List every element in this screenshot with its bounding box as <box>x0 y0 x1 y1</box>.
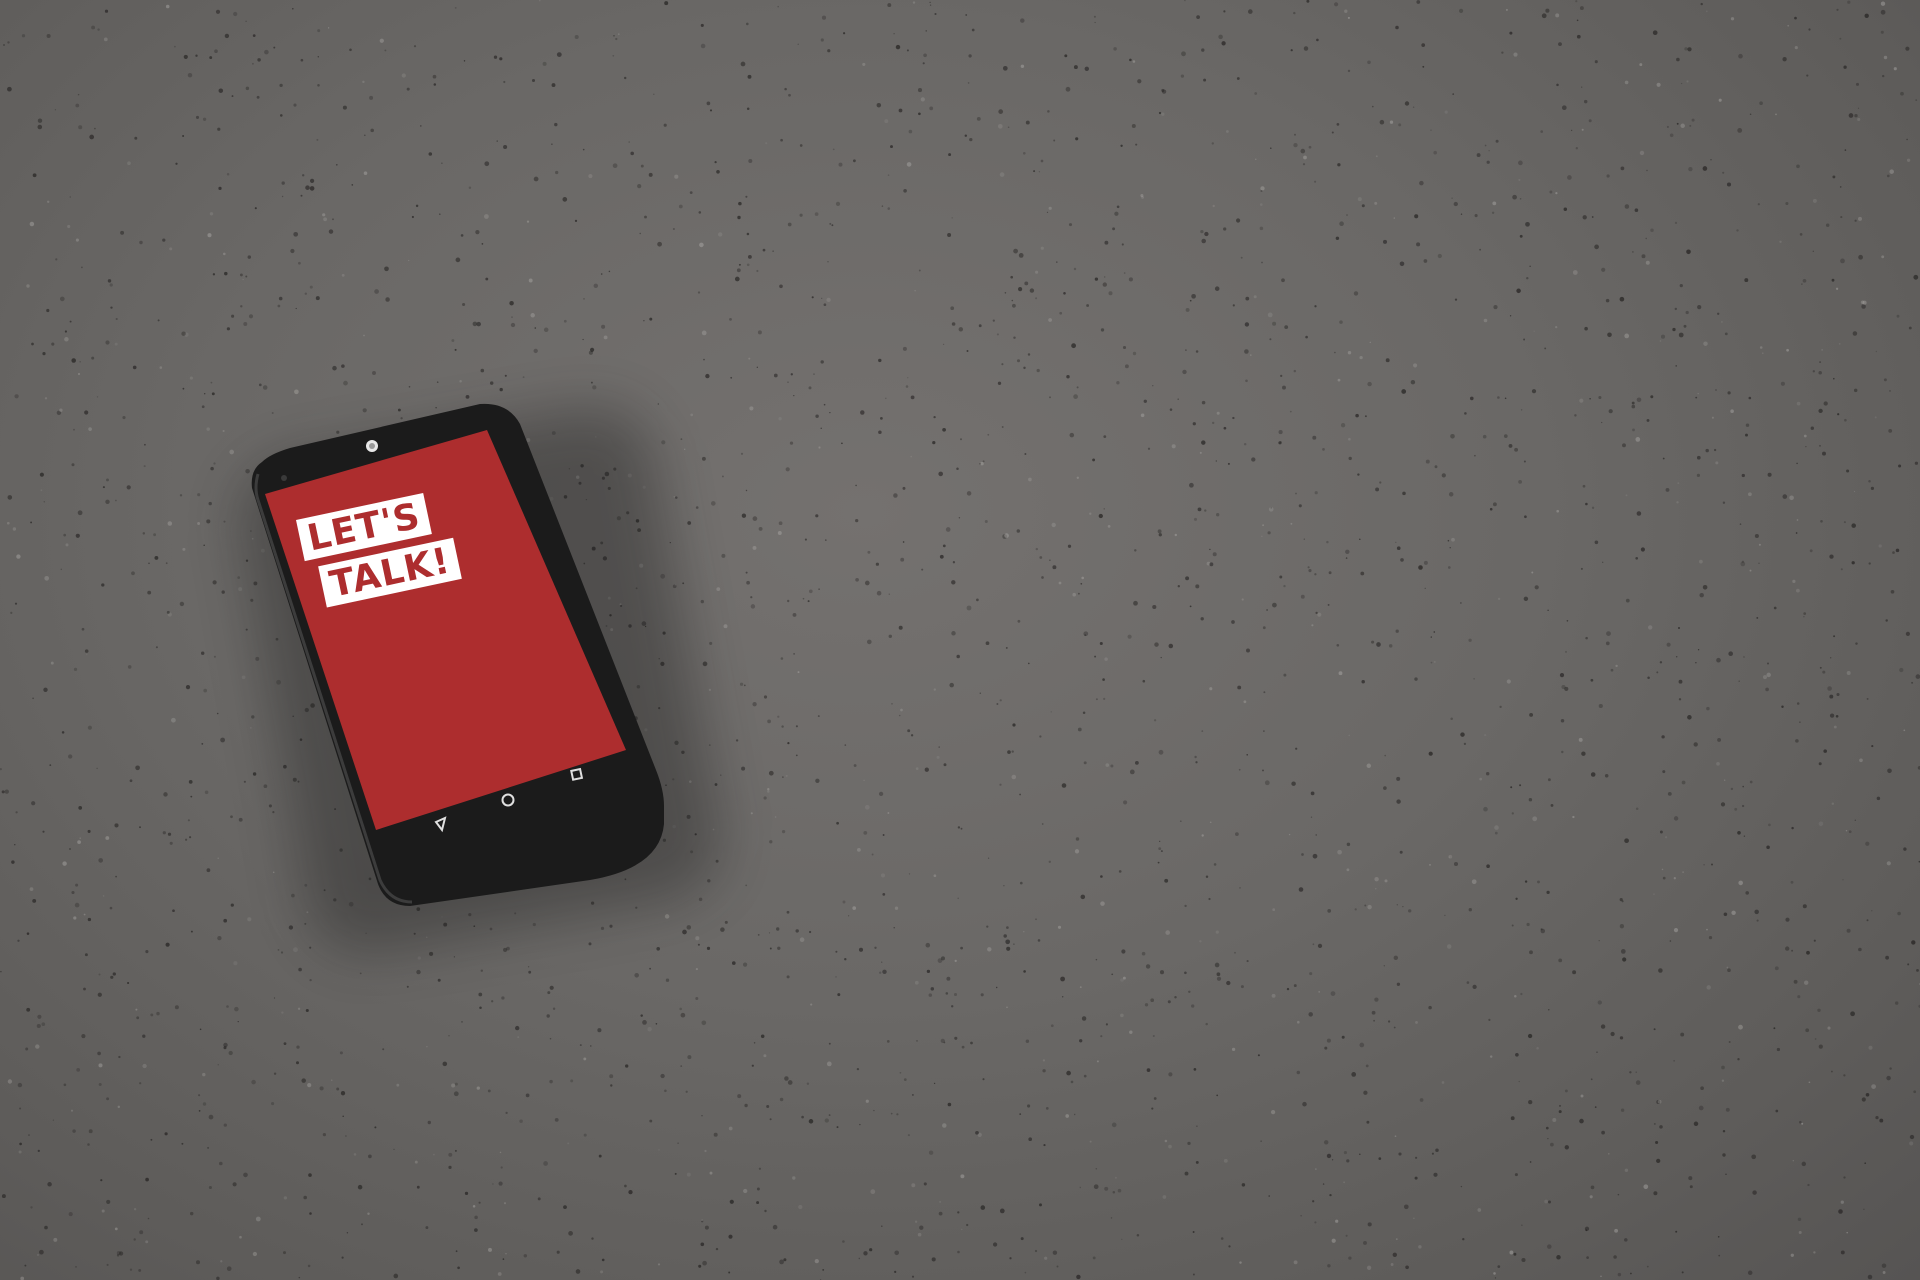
sensor-icon <box>281 475 287 481</box>
phone-illustration <box>251 403 664 906</box>
